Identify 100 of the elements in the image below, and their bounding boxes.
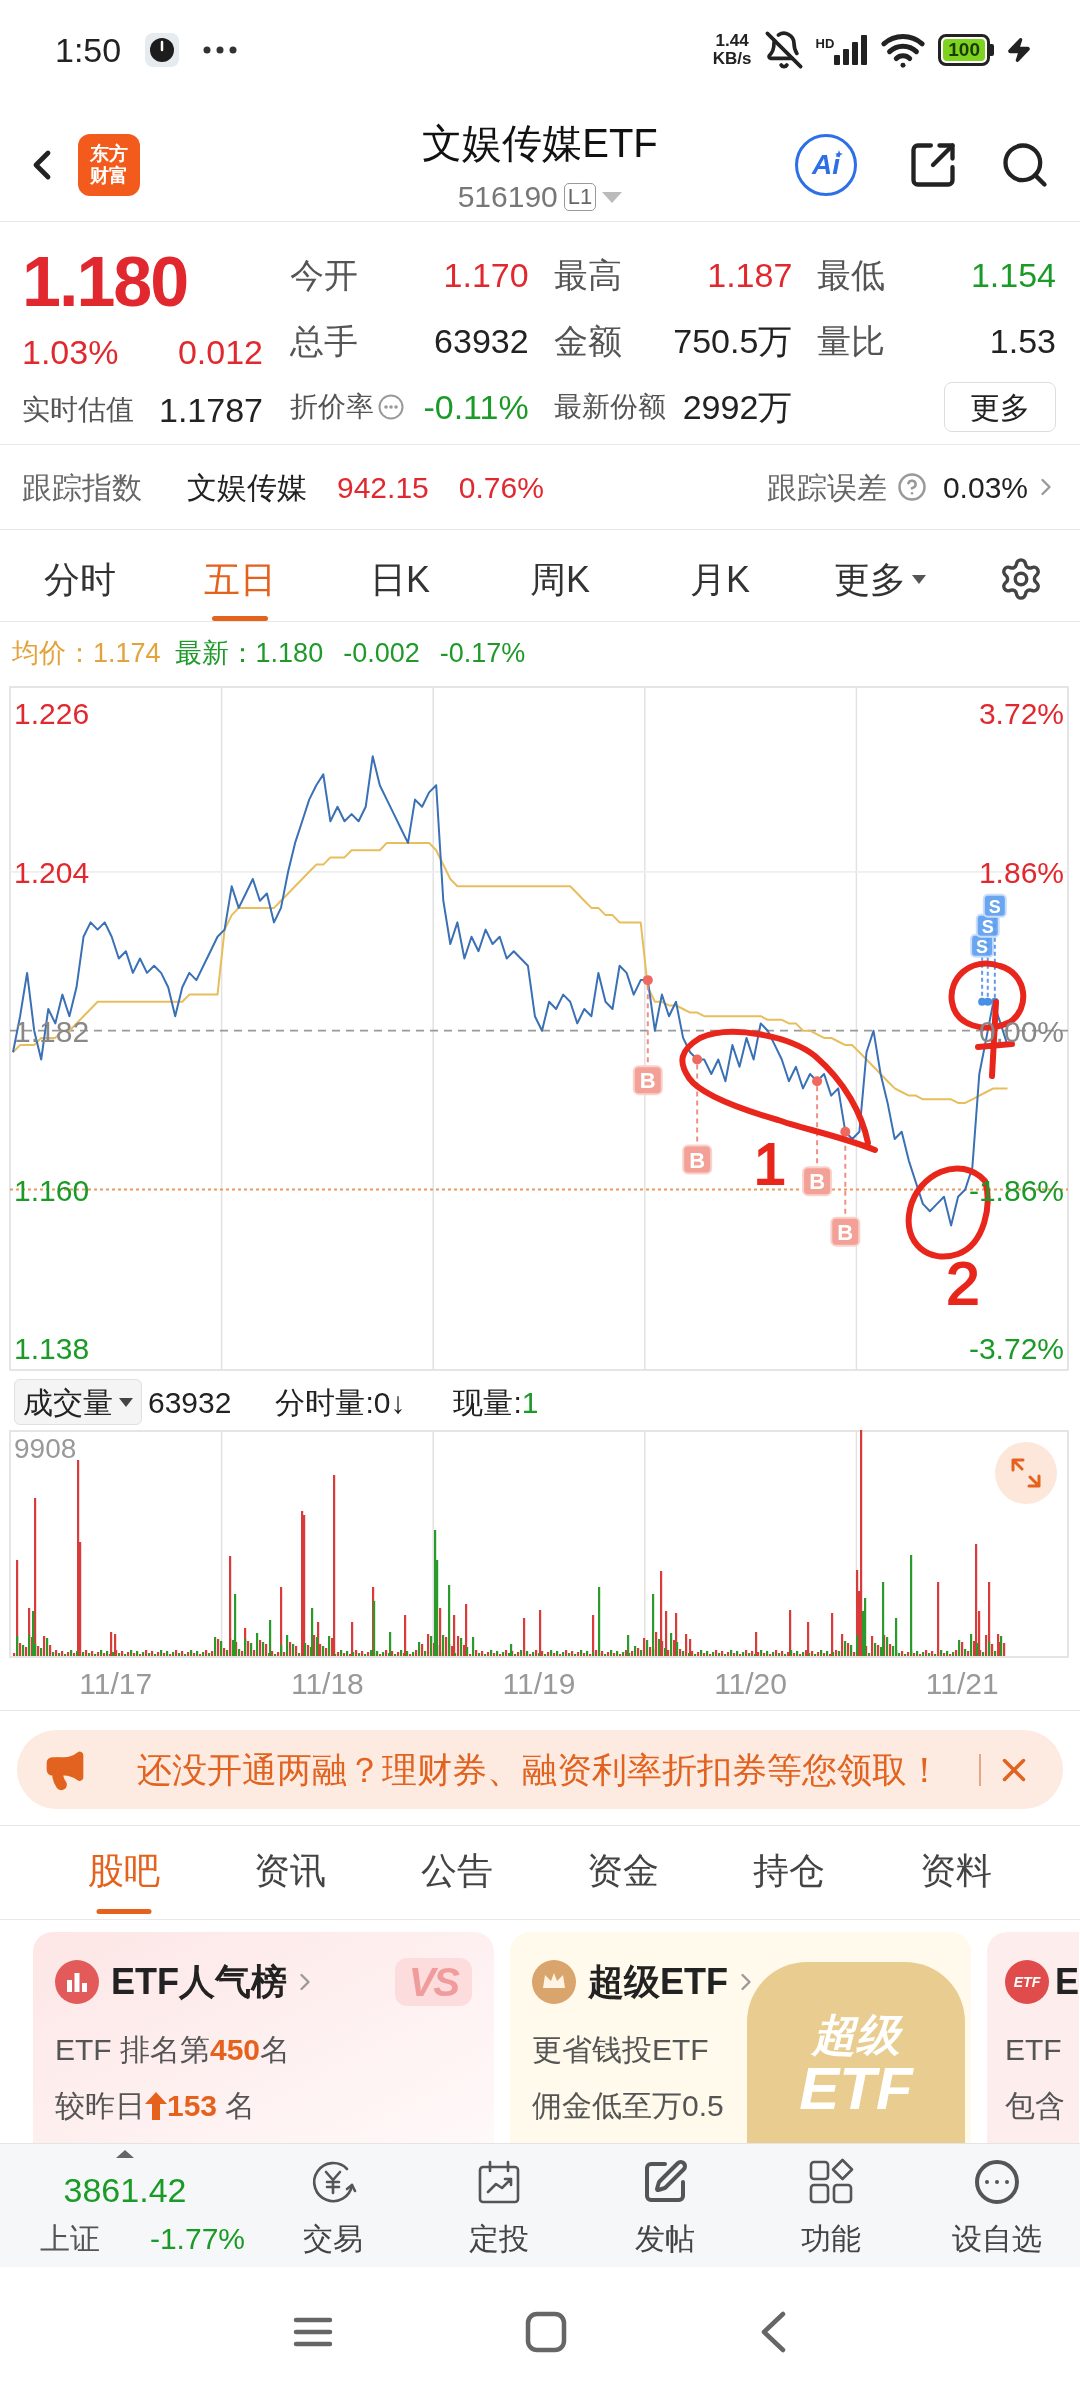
- more-button[interactable]: 更多: [944, 382, 1056, 432]
- ai-button[interactable]: Ai: [795, 133, 857, 196]
- promo-card[interactable]: ETF人气榜 VS ETF 排名第450名 较昨日 153 名: [33, 1932, 494, 2143]
- annotation: S: [976, 936, 989, 957]
- annotation: B: [809, 1169, 826, 1195]
- caret-icon: [912, 575, 926, 584]
- content-tab[interactable]: 资料: [872, 1826, 1039, 1919]
- app-grid-icon: [807, 2158, 855, 2206]
- level-badge: L1: [563, 183, 597, 211]
- marker-leader-line: [981, 955, 984, 999]
- annotation: B: [639, 1068, 656, 1094]
- signal-icon: [834, 35, 869, 65]
- bottom-nav-item[interactable]: 交易: [250, 2144, 416, 2267]
- marker-dot-icon: [990, 997, 999, 1006]
- stat-label: 最低: [817, 254, 886, 296]
- more-dots-icon: [203, 46, 238, 54]
- content-tab[interactable]: 资金: [540, 1826, 707, 1919]
- bottom-nav-item[interactable]: 发帖: [582, 2144, 748, 2267]
- bottom-nav-item[interactable]: 定投: [416, 2144, 582, 2267]
- background-lettering: VS: [408, 1959, 458, 2006]
- podium-chart-icon: [55, 1960, 99, 2004]
- app-logo: 东方 财富: [78, 133, 140, 196]
- price-axis-label: 1.204: [14, 855, 90, 889]
- fund-title: 文娱传媒ETF: [422, 120, 658, 167]
- promo-text: 还没开通两融？理财券、融资利率折扣券等您领取！: [137, 1748, 942, 1791]
- caret-up-icon[interactable]: [116, 2150, 134, 2158]
- muted-bell-icon: [763, 30, 804, 70]
- legend-value: 1.174: [93, 636, 161, 670]
- percent-axis-label: 1.86%: [978, 855, 1064, 889]
- status-time: 1:50: [55, 33, 122, 67]
- legend-value: 1.180: [255, 636, 324, 670]
- marker-dot-icon: [812, 1076, 823, 1087]
- home-square-icon[interactable]: [525, 2310, 567, 2353]
- bottom-nav-item[interactable]: 功能: [748, 2144, 914, 2267]
- price-axis-label: 1.226: [14, 697, 90, 730]
- caret-icon: [119, 1397, 133, 1407]
- content-tab[interactable]: 公告: [373, 1826, 540, 1919]
- content-tab[interactable]: 持仓: [706, 1826, 873, 1919]
- marker-dot-icon: [840, 1126, 851, 1137]
- marker-dot-icon: [692, 1054, 703, 1065]
- current-volume-value: 1: [521, 1384, 539, 1421]
- background-lettering: ETF: [799, 2058, 913, 2120]
- period-tab[interactable]: 月K: [640, 530, 800, 621]
- volume-total: 63932: [148, 1384, 232, 1421]
- marker-leader-line: [986, 935, 989, 999]
- stat-value: 1.53: [989, 320, 1056, 362]
- estimate-value: 1.1787: [159, 389, 263, 431]
- card-text: ETF 排名第450名: [55, 2032, 291, 2068]
- stat-value: 750.5万: [673, 320, 793, 362]
- index-name: 文娱传媒: [187, 469, 307, 506]
- bottom-nav-item[interactable]: 设自选: [914, 2144, 1080, 2267]
- stat-value: -0.11%: [423, 386, 529, 428]
- period-tab[interactable]: 日K: [320, 530, 480, 621]
- annotation: B: [689, 1147, 706, 1173]
- volume-indicator-selector[interactable]: 成交量: [14, 1379, 142, 1425]
- card-text: 佣金低至万0.5: [532, 2088, 724, 2124]
- fund-code: 516190: [457, 179, 558, 215]
- card-text: 153 名: [167, 2088, 256, 2124]
- back-icon[interactable]: [759, 2310, 787, 2353]
- card-text: 更省钱投ETF: [532, 2032, 709, 2068]
- help-icon[interactable]: [896, 472, 927, 502]
- date-label: 11/20: [714, 1666, 787, 1702]
- stat-label: 总手: [290, 320, 358, 362]
- index-change: 0.76%: [458, 469, 544, 506]
- menu-icon[interactable]: [293, 2315, 333, 2348]
- promo-card[interactable]: ETF E ETF 包含: [987, 1932, 1079, 2143]
- period-tab[interactable]: 更多: [800, 530, 960, 621]
- clock-app-icon: [145, 33, 180, 67]
- price-axis-label: 1.160: [14, 1173, 90, 1207]
- stat-value: 1.187: [707, 254, 793, 296]
- current-volume-label: 现量:: [453, 1384, 522, 1421]
- marker-dot-icon: [642, 975, 653, 986]
- content-tab[interactable]: 资讯: [207, 1826, 374, 1919]
- date-label: 11/17: [79, 1666, 153, 1702]
- percent-axis-label: -3.72%: [968, 1332, 1064, 1366]
- card-text: 较昨日: [55, 2088, 145, 2124]
- percent-axis-label: 3.72%: [978, 697, 1064, 730]
- tracking-error-value: 0.03%: [942, 469, 1028, 506]
- stat-label: 量比: [817, 320, 886, 362]
- network-speed: 1.44 KB/s: [712, 32, 752, 68]
- ellipsis-circle-icon[interactable]: [378, 394, 404, 420]
- index-value: 942.15: [337, 469, 429, 506]
- tracking-index-label: 跟踪指数: [22, 469, 142, 506]
- crown-badge-icon: [532, 1960, 576, 2004]
- expand-arrows-icon: [1011, 1458, 1041, 1488]
- card-title: 超级ETF: [588, 1960, 728, 2004]
- index-name: 上证: [40, 2220, 100, 2257]
- etf-badge: ETF: [1005, 1960, 1049, 2004]
- stat-label: 最新份额: [553, 390, 666, 424]
- period-tab[interactable]: 分时: [0, 530, 160, 621]
- change-amount: 0.012: [177, 331, 263, 373]
- card-title: E: [1055, 1960, 1079, 2004]
- period-tab[interactable]: 周K: [480, 530, 640, 621]
- battery-indicator: 100: [938, 34, 994, 66]
- date-label: 11/18: [290, 1666, 364, 1702]
- tracking-error-label: 跟踪误差: [766, 469, 887, 506]
- promo-card[interactable]: 超级 ETF 超级ETF 更省钱投ETF 佣金低至万0.5: [510, 1932, 971, 2143]
- network-type-label: HD: [815, 37, 835, 50]
- estimate-label: 实时估值: [22, 393, 134, 427]
- stat-value: 2992万: [682, 386, 793, 428]
